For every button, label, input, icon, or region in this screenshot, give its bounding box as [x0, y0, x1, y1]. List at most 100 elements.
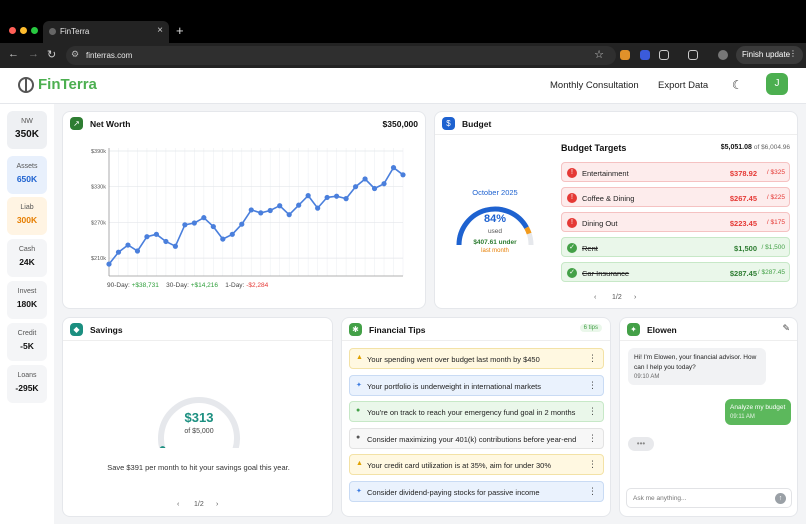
- net-worth-point[interactable]: [220, 236, 226, 242]
- back-icon[interactable]: ←: [8, 48, 19, 60]
- metric-loans[interactable]: Loans -295K: [7, 365, 47, 403]
- net-worth-point[interactable]: [371, 185, 378, 192]
- budget-item-coffee-dining[interactable]: ! Coffee & Dining $267.45 / $225: [561, 187, 790, 207]
- metric-assets[interactable]: Assets 650K: [7, 156, 47, 194]
- net-worth-point[interactable]: [134, 248, 141, 254]
- tab-search-icon[interactable]: [688, 50, 698, 60]
- net-worth-point[interactable]: [144, 234, 150, 240]
- net-worth-point[interactable]: [296, 202, 302, 208]
- metric-liabilities[interactable]: Liab 300K: [7, 197, 47, 235]
- budget-item-amount: $287.45: [729, 269, 757, 278]
- monthly-consultation-link[interactable]: Monthly Consultation: [550, 80, 639, 91]
- budget-next-icon[interactable]: ›: [634, 294, 636, 301]
- browser-menu-icon[interactable]: ⋮: [789, 49, 797, 58]
- savings-prev-icon[interactable]: ‹: [177, 501, 179, 508]
- budget-item-car-insurance[interactable]: ✓ Car Insurance $287.45 / $287.45: [561, 262, 790, 282]
- extensions-puzzle-icon[interactable]: [659, 50, 669, 60]
- send-icon[interactable]: ↑: [775, 493, 786, 504]
- tip-item[interactable]: ▲ Your spending went over budget last mo…: [349, 348, 604, 369]
- check-icon: ✓: [567, 243, 577, 253]
- metric-cash[interactable]: Cash 24K: [7, 239, 47, 277]
- bookmark-star-icon[interactable]: ☆: [594, 48, 604, 61]
- tip-item[interactable]: ● You're on track to reach your emergenc…: [349, 401, 604, 422]
- window-minimize-dot[interactable]: [20, 27, 27, 34]
- profile-icon[interactable]: [718, 50, 728, 60]
- alert-icon: !: [567, 193, 577, 203]
- site-settings-icon[interactable]: ⚙: [71, 49, 79, 60]
- finish-update-button[interactable]: Finish update ⋮: [736, 46, 803, 64]
- extension-icon[interactable]: [620, 50, 630, 60]
- budget-item-entertainment[interactable]: ! Entertainment $378.92 / $325: [561, 162, 790, 182]
- net-worth-point[interactable]: [334, 193, 340, 199]
- extension-icon[interactable]: [640, 50, 650, 60]
- change-90d-label: 90-Day:: [107, 282, 130, 289]
- net-worth-point[interactable]: [229, 231, 235, 237]
- net-worth-point[interactable]: [390, 165, 397, 171]
- net-worth-point[interactable]: [172, 243, 178, 249]
- net-worth-point[interactable]: [324, 194, 330, 201]
- net-worth-point[interactable]: [400, 172, 406, 178]
- metric-credit[interactable]: Credit -5K: [7, 323, 47, 361]
- user-message-text: Analyze my budget: [730, 404, 786, 411]
- new-chat-icon[interactable]: ✎: [782, 323, 790, 334]
- net-worth-point[interactable]: [163, 238, 169, 245]
- forward-icon[interactable]: →: [28, 48, 39, 60]
- net-worth-point[interactable]: [258, 210, 264, 216]
- net-worth-point[interactable]: [381, 181, 387, 187]
- tip-menu-icon[interactable]: ⋮: [588, 380, 597, 391]
- net-worth-point[interactable]: [182, 222, 188, 228]
- sparkle-icon: ✦: [356, 382, 362, 389]
- tip-text: Consider dividend-paying stocks for pass…: [367, 488, 540, 497]
- net-worth-point[interactable]: [153, 231, 160, 237]
- net-worth-point[interactable]: [362, 176, 368, 182]
- budget-item-amount: $223.45: [729, 219, 757, 228]
- chat-input[interactable]: Ask me anything... ↑: [626, 488, 792, 508]
- budget-item-dining-out[interactable]: ! Dining Out $223.45 / $175: [561, 212, 790, 232]
- tip-menu-icon[interactable]: ⋮: [588, 406, 597, 417]
- net-worth-point[interactable]: [106, 261, 112, 267]
- budget-prev-icon[interactable]: ‹: [594, 294, 596, 301]
- net-worth-point[interactable]: [267, 207, 273, 214]
- net-worth-point[interactable]: [286, 212, 292, 218]
- net-worth-point[interactable]: [115, 249, 122, 255]
- net-worth-point[interactable]: [210, 223, 216, 230]
- tip-item[interactable]: ▲ Your credit card utilization is at 35%…: [349, 454, 604, 475]
- export-data-link[interactable]: Export Data: [658, 80, 708, 91]
- y-tick-label: $270k: [91, 220, 106, 226]
- net-worth-point[interactable]: [277, 203, 283, 209]
- budget-targets-total: $5,051.08: [720, 144, 752, 151]
- tab-close-icon[interactable]: ×: [157, 25, 163, 36]
- net-worth-point[interactable]: [239, 221, 245, 227]
- moon-icon[interactable]: ☾: [732, 78, 743, 92]
- tip-menu-icon[interactable]: ⋮: [588, 433, 597, 444]
- tip-item[interactable]: ● Consider maximizing your 401(k) contri…: [349, 428, 604, 449]
- net-worth-point[interactable]: [343, 196, 349, 202]
- reload-icon[interactable]: ↻: [47, 48, 56, 61]
- budget-targets-of: of $6,004.96: [753, 144, 790, 151]
- tip-menu-icon[interactable]: ⋮: [588, 353, 597, 364]
- address-bar[interactable]: ⚙ finterras.com ☆: [66, 46, 616, 65]
- metric-net-worth[interactable]: NW 350K: [7, 111, 47, 149]
- brand-name[interactable]: FinTerra: [38, 76, 97, 93]
- tip-menu-icon[interactable]: ⋮: [588, 459, 597, 470]
- net-worth-point[interactable]: [248, 207, 254, 213]
- net-worth-point[interactable]: [125, 242, 131, 248]
- net-worth-point[interactable]: [305, 193, 311, 199]
- window-zoom-dot[interactable]: [31, 27, 38, 34]
- savings-page-indicator: 1/2: [194, 501, 204, 508]
- net-worth-chart[interactable]: $210k $270k $330k $390k: [63, 140, 426, 290]
- tip-item[interactable]: ✦ Your portfolio is underweight in inter…: [349, 375, 604, 396]
- net-worth-point[interactable]: [201, 215, 207, 221]
- net-worth-point[interactable]: [191, 220, 197, 226]
- browser-tab[interactable]: FinTerra ×: [43, 21, 169, 43]
- new-tab-button[interactable]: +: [176, 23, 184, 38]
- avatar[interactable]: J: [766, 73, 788, 95]
- metric-invest[interactable]: Invest 180K: [7, 281, 47, 319]
- tip-item[interactable]: ✦ Consider dividend-paying stocks for pa…: [349, 481, 604, 502]
- net-worth-point[interactable]: [352, 184, 359, 190]
- window-close-dot[interactable]: [9, 27, 16, 34]
- savings-next-icon[interactable]: ›: [216, 501, 218, 508]
- budget-item-rent[interactable]: ✓ Rent $1,500 / $1,500: [561, 237, 790, 257]
- tip-menu-icon[interactable]: ⋮: [588, 486, 597, 497]
- net-worth-point[interactable]: [315, 205, 321, 211]
